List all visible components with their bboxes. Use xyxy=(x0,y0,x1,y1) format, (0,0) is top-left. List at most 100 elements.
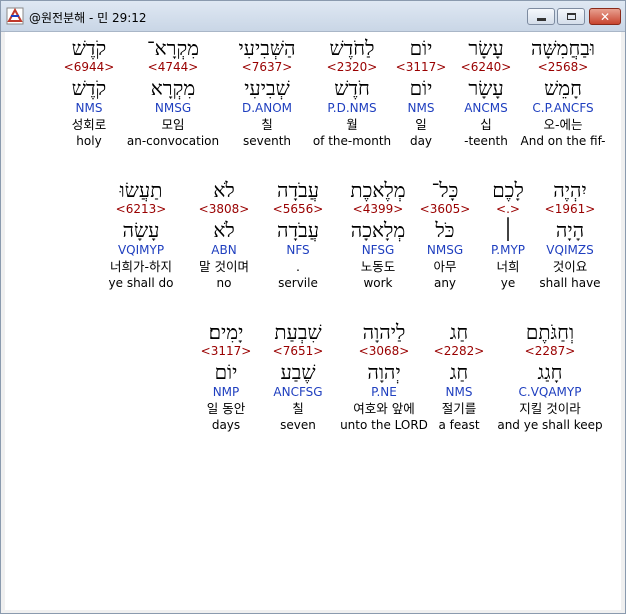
word-block[interactable]: לָכֶם <.> ׀ P.MYP 너희 ye xyxy=(474,178,542,291)
parsing-code: P.NE xyxy=(371,385,397,399)
english-gloss: seven xyxy=(280,418,316,432)
parsing-code: P.D.NMS xyxy=(327,101,377,115)
parsing-code: VQIMYP xyxy=(117,243,165,257)
english-gloss: unto the LORD xyxy=(340,418,428,432)
korean-gloss: 모임 xyxy=(161,117,185,132)
hebrew-word: מְלֶאכֶת xyxy=(350,178,406,202)
english-gloss: no xyxy=(216,276,232,290)
korean-gloss: 노동도 xyxy=(360,259,396,274)
root-word: קֹדֶשׁ xyxy=(71,76,107,100)
korean-gloss: 아무 xyxy=(433,259,457,274)
root-word: עָשָׂה xyxy=(122,218,160,242)
parsing-code: ANCFSG xyxy=(273,385,323,399)
strong-number: <2320> xyxy=(326,60,378,74)
word-block[interactable]: תַעֲשׂוּ <6213> עָשָׂה VQIMYP 너희가-하지 ye shall… xyxy=(90,178,192,291)
english-gloss: work xyxy=(363,276,393,290)
parsing-code: ABN xyxy=(211,243,237,257)
korean-gloss: 너희가-하지 xyxy=(109,259,172,274)
strong-number: <5656> xyxy=(272,202,324,216)
hebrew-word: קֹדֶשׁ xyxy=(71,36,107,60)
english-gloss: holy xyxy=(76,134,102,148)
strong-number: <2287> xyxy=(524,344,576,358)
english-gloss: ye xyxy=(500,276,516,290)
english-gloss: servile xyxy=(278,276,318,290)
word-block[interactable]: מְלֶאכֶת <4399> מְלָאכָה NFSG 노동도 work xyxy=(337,178,419,291)
strong-number: <6213> xyxy=(115,202,167,216)
word-block[interactable]: כָּל־ <3605> כֹּל NMSG 아무 any xyxy=(411,178,479,291)
korean-gloss: 칠 xyxy=(292,401,304,416)
english-gloss: ye shall do xyxy=(108,276,174,290)
word-block[interactable]: עָשָׂר <6240> עָשָׂר ANCMS 십 -teenth xyxy=(445,36,527,149)
english-gloss: any xyxy=(433,276,457,290)
hebrew-word: לַחֹדֶשׁ xyxy=(329,36,375,60)
root-word: ׀ xyxy=(502,218,514,242)
app-window: @원전분해 - 민 29:12 ✕ וּבַחֲמִשָּׁה <2568> חָמ… xyxy=(0,0,626,614)
parsing-code: NMSG xyxy=(154,101,192,115)
maximize-button[interactable] xyxy=(557,8,585,25)
hebrew-word: לֹא xyxy=(213,178,235,202)
strong-number: <4399> xyxy=(352,202,404,216)
word-block[interactable]: לֹא <3808> לֹא ABN 말 것이며 no xyxy=(183,178,265,291)
root-word: שֶׁבַע xyxy=(280,360,316,384)
korean-gloss: 너희 xyxy=(496,259,520,274)
strong-number: <3808> xyxy=(198,202,250,216)
parsing-code: P.MYP xyxy=(490,243,526,257)
hebrew-word: שִׁבְעַת xyxy=(274,320,322,344)
root-word: עָשָׂר xyxy=(468,76,504,100)
strong-number: <6240> xyxy=(460,60,512,74)
english-gloss: days xyxy=(211,418,241,432)
english-gloss: -teenth xyxy=(464,134,508,148)
hebrew-word: לַיהוָה xyxy=(362,320,406,344)
maximize-icon xyxy=(558,9,584,24)
parsing-code: NMS xyxy=(75,101,103,115)
hebrew-word: וְחַגֹּתֶם xyxy=(525,320,575,344)
hebrew-word: לָכֶם xyxy=(492,178,524,202)
strong-number: <3117> xyxy=(200,344,252,358)
word-block[interactable]: עֲבֹדָה <5656> עֲבֹדָה NFS. servile xyxy=(257,178,339,291)
parsing-code: ANCMS xyxy=(464,101,508,115)
parsing-code: NFSG xyxy=(361,243,395,257)
word-block[interactable]: לַחֹדֶשׁ <2320> חֹדֶשׁ P.D.NMS 월 of the-month xyxy=(298,36,406,149)
hebrew-word: מִקְרָא־ xyxy=(146,36,200,60)
interlinear-view[interactable]: וּבַחֲמִשָּׁה <2568> חָמֵשׁ C.P.ANCFS 오-에는 An… xyxy=(5,32,621,610)
korean-gloss: . xyxy=(296,259,300,274)
minimize-button[interactable] xyxy=(527,8,555,25)
strong-number: <6944> xyxy=(63,60,115,74)
root-word: עֲבֹדָה xyxy=(276,218,320,242)
window-title: @원전분해 - 민 29:12 xyxy=(29,11,147,25)
strong-number: <4744> xyxy=(147,60,199,74)
root-word: חֹדֶשׁ xyxy=(334,76,370,100)
word-block[interactable]: מִקְרָא־ <4744> מִקְרָא NMSG 모임 an-convocatio… xyxy=(109,36,237,149)
strong-number: <7651> xyxy=(272,344,324,358)
strong-number: <.> xyxy=(496,202,520,216)
hebrew-word: כָּל־ xyxy=(431,178,459,202)
minimize-icon xyxy=(528,9,554,24)
word-block[interactable]: לַיהוָה <3068> יְהוָה P.NE 여호와 앞에 unto the LO… xyxy=(330,320,438,433)
korean-gloss: 여호와 앞에 xyxy=(353,401,415,416)
strong-number: <3605> xyxy=(419,202,471,216)
root-word: חָגַג xyxy=(537,360,563,384)
root-word: מְלָאכָה xyxy=(350,218,406,242)
korean-gloss: 일 동안 xyxy=(206,401,246,416)
root-word: כֹּל xyxy=(435,218,455,242)
english-gloss: and ye shall keep xyxy=(497,418,603,432)
english-gloss: of the-month xyxy=(312,134,392,148)
root-word: יְהוָה xyxy=(367,360,401,384)
root-word: יוֹם xyxy=(214,360,238,384)
word-block[interactable]: קֹדֶשׁ <6944> קֹדֶשׁ NMS 성회로 holy xyxy=(51,36,127,149)
title-bar[interactable]: @원전분해 - 민 29:12 ✕ xyxy=(1,1,625,32)
korean-gloss: 지킬 것이라 xyxy=(519,401,581,416)
parsing-code: NMSG xyxy=(426,243,464,257)
close-button[interactable]: ✕ xyxy=(589,8,621,25)
parsing-code: NFS xyxy=(286,243,310,257)
word-block[interactable]: שִׁבְעַת <7651> שֶׁבַע ANCFSG 칠 seven xyxy=(257,320,339,433)
korean-gloss: 말 것이며 xyxy=(199,259,249,274)
korean-gloss: 십 xyxy=(480,117,492,132)
close-icon: ✕ xyxy=(599,9,611,24)
strong-number: <3068> xyxy=(358,344,410,358)
korean-gloss: 월 xyxy=(346,117,358,132)
word-block[interactable]: יָמִים׃ <3117> יוֹם NMP 일 동안 days xyxy=(190,320,262,433)
korean-gloss: 성회로 xyxy=(71,117,107,132)
english-gloss: an-convocation xyxy=(126,134,220,148)
word-block[interactable]: וְחַגֹּתֶם <2287> חָגַג C.VQAMYP 지킬 것이라 and y… xyxy=(489,320,611,433)
